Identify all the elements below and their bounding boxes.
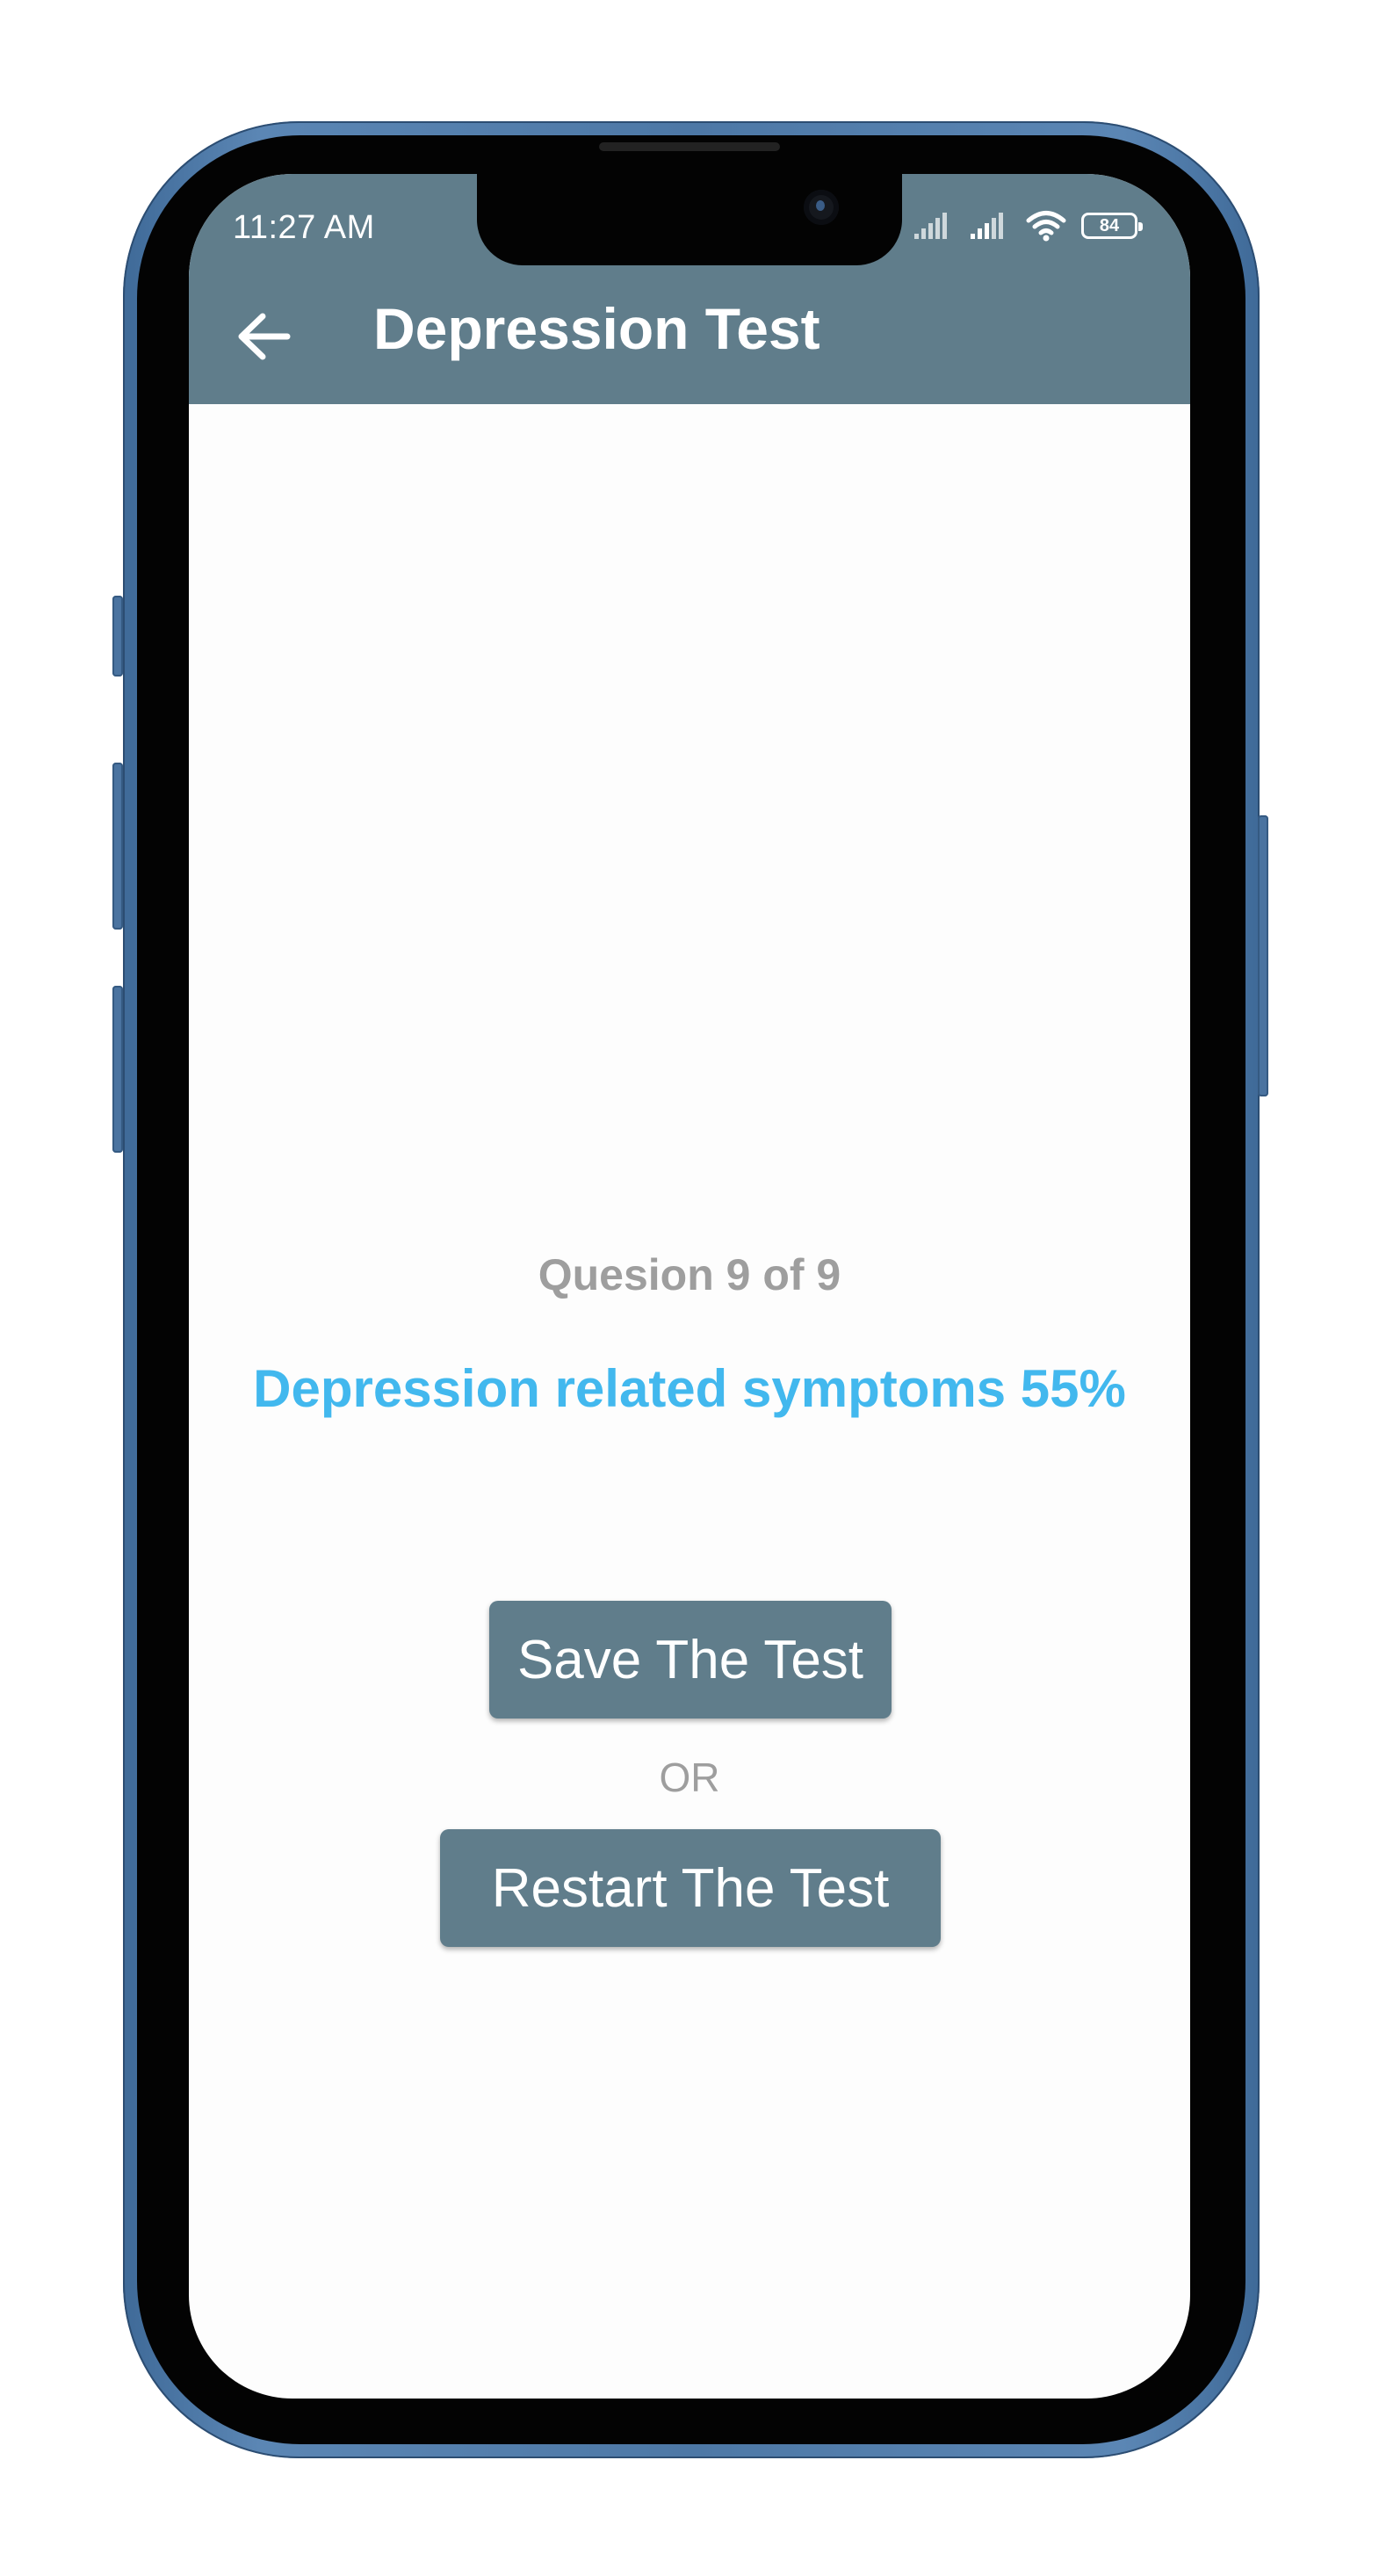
page-title: Depression Test [373,296,820,361]
power-button [1258,815,1268,1096]
wifi-icon [1026,211,1066,242]
battery-icon: 84 [1081,213,1143,239]
phone-screen: 11:27 AM 84 Depression Test Quesion 9 of… [189,174,1190,2399]
status-time: 11:27 AM [233,209,375,246]
arrow-left-icon [238,313,291,360]
status-icons: 84 [913,209,1143,242]
restart-test-button[interactable]: Restart The Test [440,1829,941,1947]
save-test-button[interactable]: Save The Test [489,1601,892,1719]
volume-up-button [112,763,123,930]
result-summary: Depression related symptoms 55% [253,1359,1126,1418]
or-separator: OR [659,1755,720,1800]
signal-icon [971,213,1003,239]
back-button[interactable] [224,297,303,376]
question-progress: Quesion 9 of 9 [538,1250,841,1299]
volume-down-button [112,986,123,1153]
battery-level: 84 [1099,215,1120,235]
front-camera [804,190,839,225]
mute-switch [112,596,123,677]
speaker-grille [599,142,780,151]
camera-notch [477,174,902,265]
result-content: Quesion 9 of 9 Depression related sympto… [189,404,1190,2399]
signal-icon [914,213,947,239]
